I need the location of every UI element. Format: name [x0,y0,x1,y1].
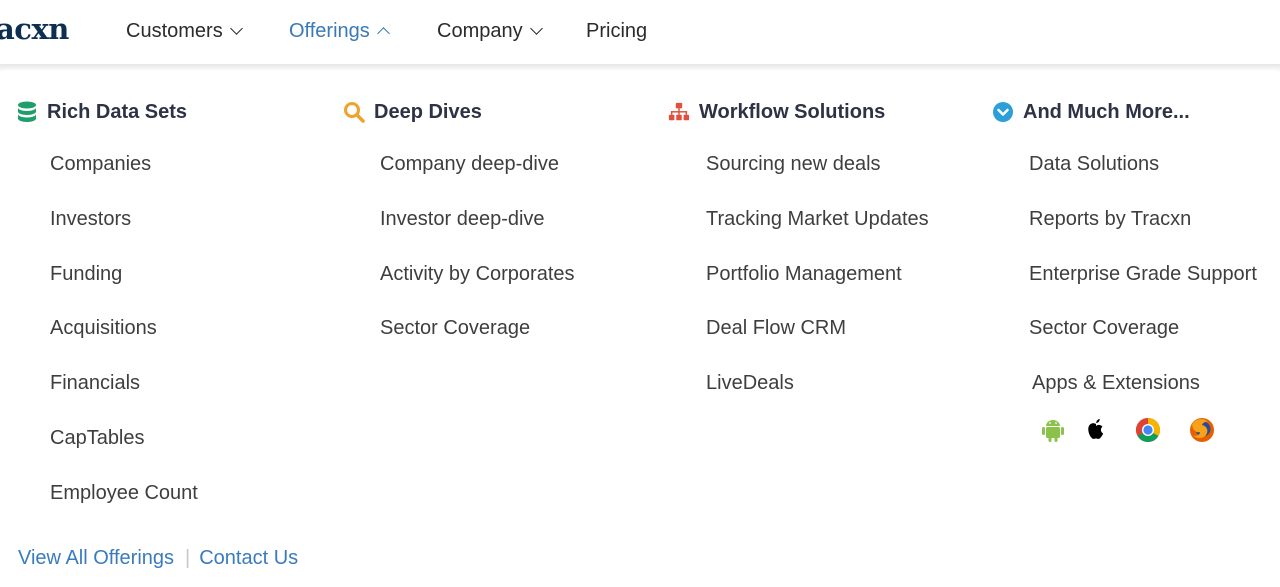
link-funding[interactable]: Funding [50,263,122,286]
tracxn-logo[interactable]: acxn [0,12,69,46]
column-title: Rich Data Sets [47,100,188,123]
link-employee-count[interactable]: Employee Count [50,482,198,505]
link-enterprise-grade-support[interactable]: Enterprise Grade Support [1029,263,1257,286]
column-heading: Workflow Solutions [668,98,885,126]
chevron-down-icon [229,22,243,35]
dropdown-footer: View All Offerings | Contact Us [18,547,298,570]
search-icon [343,101,365,123]
nav-company-label: Company [437,20,523,42]
link-financials[interactable]: Financials [50,372,140,395]
chevron-down-icon [529,22,543,35]
link-data-solutions[interactable]: Data Solutions [1029,153,1159,176]
chevron-up-icon [376,27,390,40]
chevron-circle-down-icon [992,101,1014,123]
link-apps-extensions[interactable]: Apps & Extensions [1032,372,1200,395]
contact-us-link[interactable]: Contact Us [199,547,298,569]
link-investors[interactable]: Investors [50,208,131,231]
sitemap-icon [668,101,690,123]
link-company-deep-dive[interactable]: Company deep-dive [380,153,559,176]
link-portfolio-management[interactable]: Portfolio Management [706,263,902,286]
column-and-much-more: And Much More... [992,98,1190,126]
chrome-icon[interactable] [1134,416,1161,444]
link-captables[interactable]: CapTables [50,427,145,450]
database-icon [16,101,38,123]
nav-offerings-label: Offerings [289,20,370,42]
firefox-icon[interactable] [1188,416,1214,444]
top-navigation: acxn Customers Offerings Company Pricing [0,0,1280,64]
column-title: Workflow Solutions [699,100,886,123]
apple-icon[interactable] [1083,416,1109,444]
nav-company[interactable]: Company [437,20,543,43]
column-title: And Much More... [1023,100,1190,123]
view-all-offerings-link[interactable]: View All Offerings [18,547,174,569]
column-heading: Deep Dives [343,98,482,126]
link-deal-flow-crm[interactable]: Deal Flow CRM [706,317,846,340]
link-companies[interactable]: Companies [50,153,151,176]
column-workflow-solutions: Workflow Solutions [668,98,885,126]
link-sector-coverage[interactable]: Sector Coverage [380,317,530,340]
column-heading: Rich Data Sets [16,98,187,126]
link-investor-deep-dive[interactable]: Investor deep-dive [380,208,545,231]
link-activity-by-corporates[interactable]: Activity by Corporates [380,263,575,286]
footer-separator: | [185,547,191,569]
link-acquisitions[interactable]: Acquisitions [50,317,157,340]
column-heading: And Much More... [992,98,1190,126]
nav-offerings[interactable]: Offerings [289,20,390,43]
column-title: Deep Dives [374,100,482,123]
nav-pricing[interactable]: Pricing [586,20,647,43]
nav-pricing-label: Pricing [586,20,648,42]
link-tracking-market-updates[interactable]: Tracking Market Updates [706,208,929,231]
column-rich-data-sets: Rich Data Sets [16,98,187,126]
nav-customers[interactable]: Customers [126,20,243,43]
link-reports-by-tracxn[interactable]: Reports by Tracxn [1029,208,1191,231]
link-livedeals[interactable]: LiveDeals [706,372,794,395]
android-icon[interactable] [1040,416,1066,444]
column-deep-dives: Deep Dives [343,98,482,126]
link-sourcing-new-deals[interactable]: Sourcing new deals [706,153,881,176]
link-sector-coverage-more[interactable]: Sector Coverage [1029,317,1179,340]
nav-customers-label: Customers [126,20,223,42]
